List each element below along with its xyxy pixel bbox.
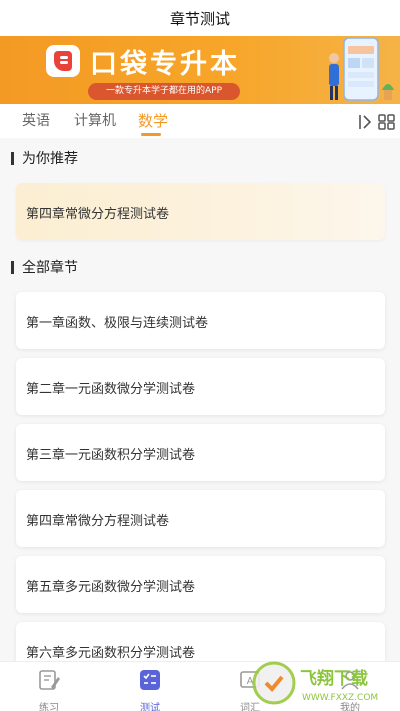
page-title: 章节测试 xyxy=(169,9,230,28)
recommend-section-header: 为你推荐 xyxy=(0,148,400,168)
chapters-section-header: 全部章节 xyxy=(0,257,400,277)
watermark-logo: 飞翔下载 WWW.FXXZ.COM xyxy=(252,661,378,705)
chapter-list: 第一章函数、极限与连续测试卷 第二章一元函数微分学测试卷 第三章一元函数积分学测… xyxy=(16,292,385,688)
chapter-item[interactable]: 第三章一元函数积分学测试卷 xyxy=(16,424,385,481)
chapter-label: 第四章常微分方程测试卷 xyxy=(26,514,170,529)
tab-tools xyxy=(359,114,395,130)
top-bar: 章节测试 xyxy=(0,0,400,36)
grid-icon[interactable] xyxy=(378,114,395,130)
chapter-label: 第五章多元函数微分学测试卷 xyxy=(26,580,196,595)
tab-computer[interactable]: 计算机 xyxy=(74,110,116,130)
chapter-label: 第一章函数、极限与连续测试卷 xyxy=(26,316,209,331)
phone-illustration-icon xyxy=(329,37,394,101)
tab-math[interactable]: 数学 xyxy=(138,110,168,131)
collapse-arrow-icon[interactable] xyxy=(359,115,372,129)
nav-test[interactable]: 测试 xyxy=(120,668,180,711)
chapter-item[interactable]: 第一章函数、极限与连续测试卷 xyxy=(16,292,385,349)
active-tab-indicator xyxy=(141,133,161,136)
edit-icon xyxy=(39,670,60,690)
chapter-item[interactable]: 第二章一元函数微分学测试卷 xyxy=(16,358,385,415)
tab-english[interactable]: 英语 xyxy=(22,110,50,130)
recommended-test-label: 第四章常微分方程测试卷 xyxy=(26,207,170,222)
chapters-title: 全部章节 xyxy=(22,260,78,276)
app-logo-icon xyxy=(46,45,80,77)
banner-subtitle: 一款专升本学子都在用的APP xyxy=(88,83,241,100)
section-marker xyxy=(11,261,14,274)
promo-banner[interactable]: 口袋专升本 一款专升本学子都在用的APP xyxy=(0,36,400,104)
nav-label: 练习 xyxy=(39,703,59,711)
test-list-icon xyxy=(140,670,160,690)
nav-label: 测试 xyxy=(140,703,160,711)
chapter-label: 第六章多元函数积分学测试卷 xyxy=(26,646,196,661)
nav-practice[interactable]: 练习 xyxy=(19,668,79,711)
chapter-label: 第二章一元函数微分学测试卷 xyxy=(26,382,196,397)
watermark-text: 飞翔下载 xyxy=(300,668,368,689)
recommended-test-card[interactable]: 第四章常微分方程测试卷 xyxy=(16,183,385,240)
section-marker xyxy=(11,152,14,165)
chapter-label: 第三章一元函数积分学测试卷 xyxy=(26,448,196,463)
subject-tabs: 英语 计算机 数学 xyxy=(0,104,400,138)
recommend-title: 为你推荐 xyxy=(22,151,78,167)
chapter-item[interactable]: 第五章多元函数微分学测试卷 xyxy=(16,556,385,613)
chapter-item[interactable]: 第四章常微分方程测试卷 xyxy=(16,490,385,547)
banner-title: 口袋专升本 xyxy=(90,49,240,80)
watermark-site: WWW.FXXZ.COM xyxy=(302,693,378,703)
